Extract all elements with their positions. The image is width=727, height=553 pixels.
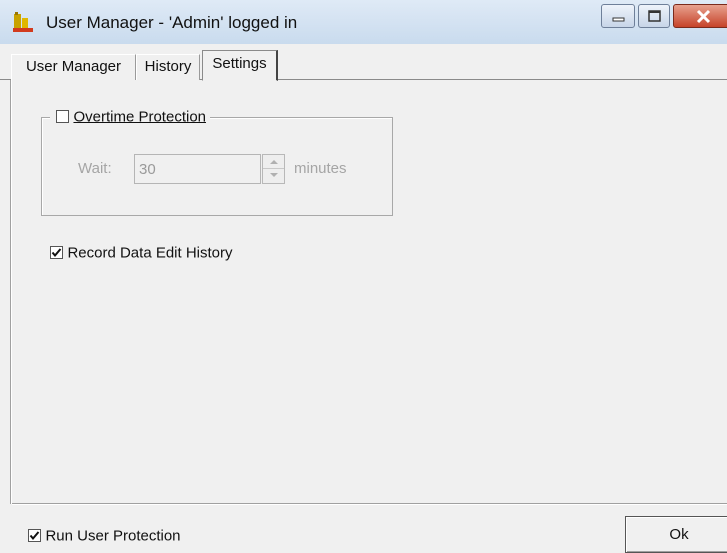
overtime-protection-checkbox-row[interactable]: Overtime Protection [50,108,210,128]
title-bar[interactable]: User Manager - 'Admin' logged in [0,0,727,44]
wait-minutes-input[interactable] [134,154,261,184]
checkmark-icon [29,531,40,541]
tab-history[interactable]: History [136,54,200,80]
app-icon [12,12,34,34]
ok-button[interactable]: Ok [625,516,727,553]
tab-settings[interactable]: Settings [202,50,278,81]
minimize-button[interactable] [601,4,635,28]
run-protection-row[interactable]: Run User Protection [28,527,181,547]
user-manager-window: User Manager - 'Admin' logged in User Ma… [0,0,727,553]
tab-user-manager[interactable]: User Manager [11,54,136,80]
record-history-label: Record Data Edit History [67,244,233,262]
footer-separator [12,503,727,505]
minimize-icon [612,17,625,22]
overtime-protection-label: Overtime Protection [73,108,206,126]
maximize-button[interactable] [638,4,670,28]
spin-down-icon [270,173,278,177]
wait-label: Wait: [78,160,112,177]
minutes-label: minutes [294,160,347,177]
tab-panel-border [10,80,12,504]
spin-up-button[interactable] [263,155,284,169]
window-controls [601,4,727,32]
spin-down-button[interactable] [263,169,284,183]
wait-spinner[interactable] [262,154,285,184]
maximize-icon [648,10,661,22]
close-button[interactable] [673,4,727,28]
run-protection-checkbox[interactable] [28,529,41,543]
spin-up-icon [270,160,278,164]
checkmark-icon [51,248,62,258]
record-history-row[interactable]: Record Data Edit History [50,244,233,264]
tab-strip: User Manager History Settings [0,48,727,81]
close-icon [696,9,711,24]
window-title: User Manager - 'Admin' logged in [46,13,298,32]
run-protection-label: Run User Protection [45,527,181,545]
record-history-checkbox[interactable] [50,246,63,260]
overtime-protection-checkbox[interactable] [56,110,69,124]
